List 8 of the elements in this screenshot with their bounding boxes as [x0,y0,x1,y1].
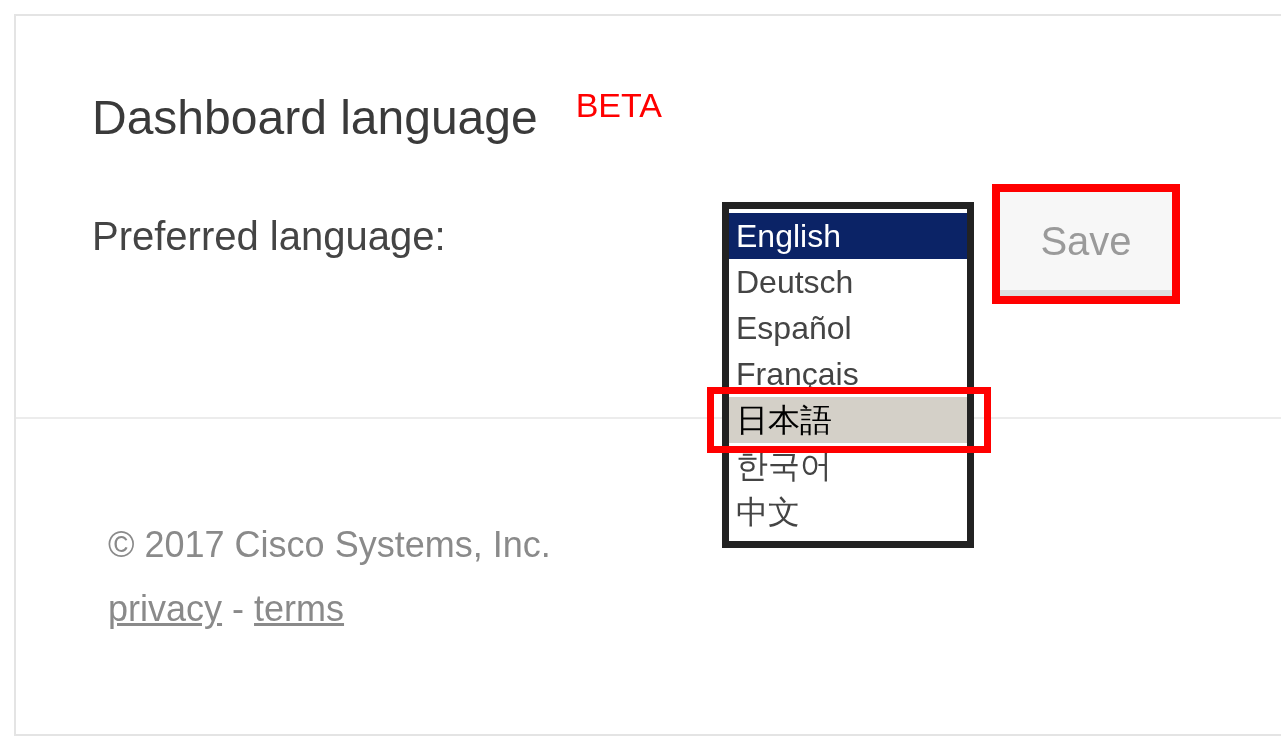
copyright-text: © 2017 Cisco Systems, Inc. [108,527,552,563]
language-option[interactable]: 日本語 [729,397,967,443]
beta-label: BETA [575,88,662,122]
language-listbox[interactable]: English Deutsch Español Français 日本語 한국어 中文 [722,202,974,548]
field-label: Preferred language: [92,216,447,256]
separator-text: - [232,591,245,627]
section-title: Dashboard language [92,94,538,142]
language-option[interactable]: English [729,213,967,259]
